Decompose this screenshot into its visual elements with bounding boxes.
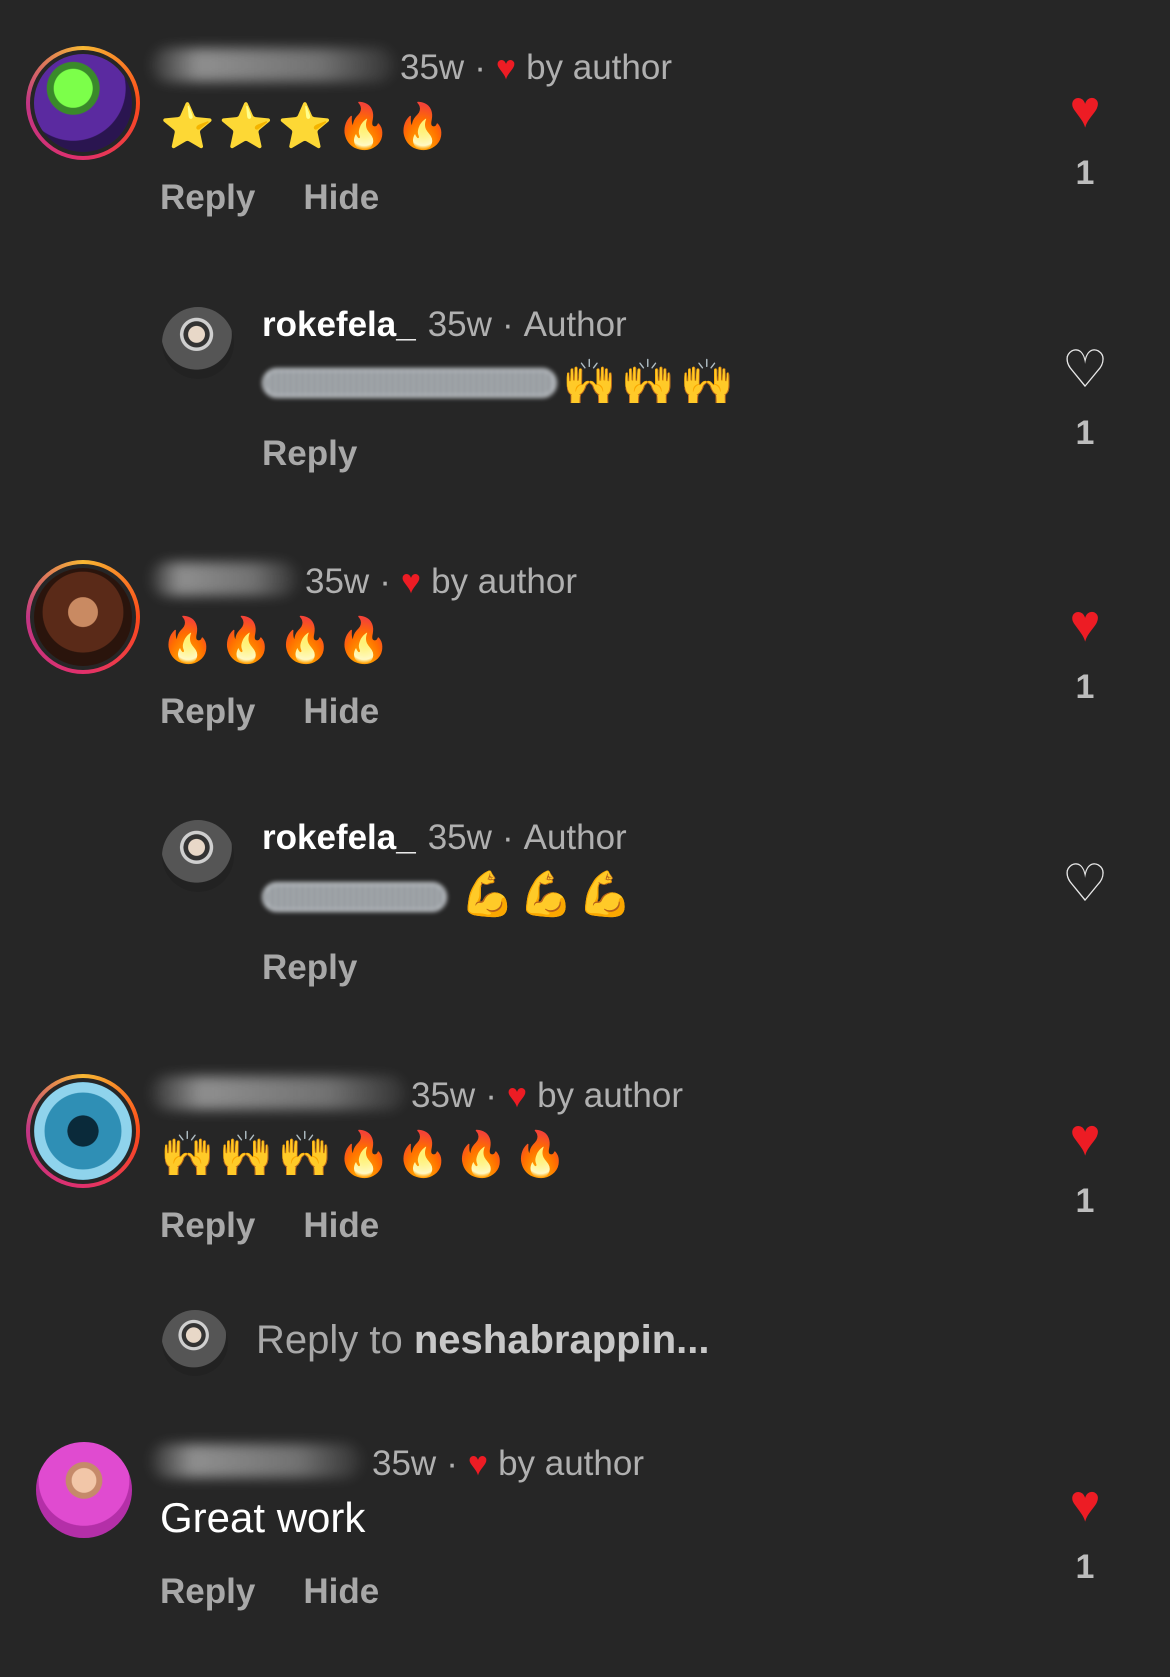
comment-actions: Reply Hide xyxy=(160,178,379,218)
like-count[interactable]: 1 xyxy=(1055,414,1115,453)
like-control: ♡ xyxy=(1055,858,1115,910)
story-ring[interactable] xyxy=(26,560,140,674)
reply-button[interactable]: Reply xyxy=(262,948,357,988)
hide-button[interactable]: Hide xyxy=(303,1572,379,1612)
filled-heart-icon[interactable]: ♥ xyxy=(1055,1112,1115,1164)
like-count[interactable]: 1 xyxy=(1055,1548,1115,1587)
reply-button[interactable]: Reply xyxy=(262,434,357,474)
comment-meta: rokefela_ 35w · Author xyxy=(262,818,627,858)
comment-actions: Reply Hide xyxy=(160,692,379,732)
separator: · xyxy=(446,1444,458,1483)
reply-button[interactable]: Reply xyxy=(160,1572,255,1612)
avatar[interactable] xyxy=(36,1442,132,1538)
current-user-avatar xyxy=(162,1310,228,1376)
avatar[interactable] xyxy=(34,1082,132,1180)
reply-button[interactable]: Reply xyxy=(160,1206,255,1246)
like-control: ♥ 1 xyxy=(1055,1112,1115,1221)
author-liked-heart-icon: ♥ xyxy=(467,1445,489,1483)
comment-meta: 35w · ♥ by author xyxy=(400,48,672,88)
like-control: ♥ 1 xyxy=(1055,1478,1115,1587)
like-control: ♡ 1 xyxy=(1055,344,1115,453)
author-liked-heart-icon: ♥ xyxy=(506,1077,528,1115)
author-liked-heart-icon: ♥ xyxy=(495,49,517,87)
separator: · xyxy=(501,305,514,344)
avatar[interactable] xyxy=(34,568,132,666)
outline-heart-icon[interactable]: ♡ xyxy=(1055,858,1115,910)
liked-by-author-label: by author xyxy=(498,1444,644,1483)
like-control: ♥ 1 xyxy=(1055,598,1115,707)
reply-button[interactable]: Reply xyxy=(160,178,255,218)
blurred-mention xyxy=(262,882,447,912)
comment-actions: Reply xyxy=(262,948,357,988)
separator: · xyxy=(485,1076,497,1115)
username[interactable]: rokefela_ xyxy=(262,305,416,345)
liked-by-author-label: by author xyxy=(526,48,672,87)
reply-input[interactable]: Reply to neshabrappin... xyxy=(256,1318,709,1363)
reply-prefix: Reply to xyxy=(256,1318,414,1362)
story-ring[interactable] xyxy=(26,1074,140,1188)
comment-meta: 35w · ♥ by author xyxy=(372,1444,644,1484)
comment-meta: 35w · ♥ by author xyxy=(411,1076,683,1116)
outline-heart-icon[interactable]: ♡ xyxy=(1055,344,1115,396)
reply-button[interactable]: Reply xyxy=(160,692,255,732)
blurred-username xyxy=(150,562,298,596)
comment-meta: rokefela_ 35w · Author xyxy=(262,305,627,345)
hide-button[interactable]: Hide xyxy=(303,178,379,218)
liked-by-author-label: by author xyxy=(431,562,577,601)
filled-heart-icon[interactable]: ♥ xyxy=(1055,1478,1115,1530)
blurred-mention xyxy=(262,368,557,398)
timestamp: 35w xyxy=(372,1444,437,1483)
comment-actions: Reply Hide xyxy=(160,1572,379,1612)
like-control: ♥ 1 xyxy=(1055,84,1115,193)
timestamp: 35w xyxy=(427,818,492,857)
timestamp: 35w xyxy=(400,48,465,87)
comment-text: 🔥🔥🔥🔥 xyxy=(160,616,396,665)
author-liked-heart-icon: ♥ xyxy=(400,563,422,601)
comment-actions: Reply xyxy=(262,434,357,474)
comment-text: 💪💪💪 xyxy=(460,870,637,919)
blurred-username xyxy=(150,48,395,82)
username[interactable]: rokefela_ xyxy=(262,818,416,858)
timestamp: 35w xyxy=(411,1076,476,1115)
avatar[interactable] xyxy=(162,307,234,379)
avatar[interactable] xyxy=(162,820,234,892)
story-ring[interactable] xyxy=(26,46,140,160)
comment-actions: Reply Hide xyxy=(160,1206,379,1246)
comment-text: 🙌🙌🙌 xyxy=(562,358,739,407)
hide-button[interactable]: Hide xyxy=(303,692,379,732)
comment-text: ⭐⭐⭐🔥🔥 xyxy=(160,102,454,151)
blurred-username xyxy=(150,1444,362,1478)
comment-text: Great work xyxy=(160,1494,366,1541)
separator: · xyxy=(501,818,514,857)
separator: · xyxy=(379,562,391,601)
like-count[interactable]: 1 xyxy=(1055,668,1115,707)
comment-text: 🙌🙌🙌🔥🔥🔥🔥 xyxy=(160,1130,572,1179)
like-count[interactable]: 1 xyxy=(1055,1182,1115,1221)
separator: · xyxy=(474,48,486,87)
liked-by-author-label: by author xyxy=(537,1076,683,1115)
like-count[interactable]: 1 xyxy=(1055,154,1115,193)
filled-heart-icon[interactable]: ♥ xyxy=(1055,84,1115,136)
avatar[interactable] xyxy=(34,54,132,152)
timestamp: 35w xyxy=(305,562,370,601)
timestamp: 35w xyxy=(427,305,492,344)
author-badge: Author xyxy=(523,305,627,344)
comment-meta: 35w · ♥ by author xyxy=(305,562,577,602)
hide-button[interactable]: Hide xyxy=(303,1206,379,1246)
author-badge: Author xyxy=(523,818,627,857)
blurred-username xyxy=(150,1076,406,1110)
filled-heart-icon[interactable]: ♥ xyxy=(1055,598,1115,650)
reply-target-username: neshabrappin... xyxy=(413,1318,710,1362)
